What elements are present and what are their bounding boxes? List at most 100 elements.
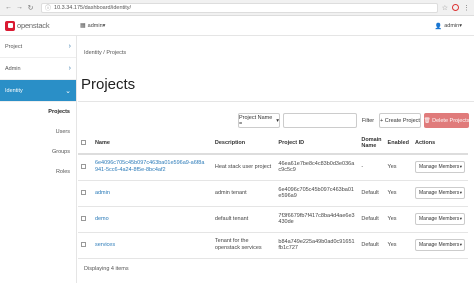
project-domain: Default [358, 180, 385, 207]
project-name-link[interactable]: 6e4096c705c45b097c463ba01e596a9-a6f8a941… [95, 160, 207, 174]
filter-field-label: Project Name = [239, 114, 273, 127]
filter-field-select[interactable]: Project Name = ▾ [238, 113, 280, 128]
row-checkbox-cell[interactable] [78, 232, 92, 259]
sidebar-section-identity[interactable]: Identity ⌄ [0, 80, 76, 102]
table-row: 6e4096c705c45b097c463ba01e596a9-a6f8a941… [78, 154, 468, 181]
manage-members-button[interactable]: Manage Members ▾ [415, 239, 465, 251]
manage-members-label: Manage Members [419, 242, 460, 248]
filter-button[interactable]: Filter [360, 113, 376, 128]
column-header-description[interactable]: Description [211, 133, 276, 155]
reload-icon[interactable]: ↻ [26, 3, 35, 12]
row-checkbox[interactable] [81, 241, 86, 247]
main-content: Identity / Projects Projects Project Nam… [78, 36, 474, 283]
project-description: Heat stack user project [211, 154, 276, 181]
project-domain: Default [358, 206, 385, 233]
project-description: Tenant for the openstack services [211, 232, 276, 259]
caret-down-icon[interactable]: ▾ [460, 164, 462, 170]
bookmark-star-icon[interactable]: ☆ [442, 4, 448, 12]
chevron-right-icon: › [68, 43, 71, 50]
row-checkbox-cell[interactable] [78, 180, 92, 207]
create-project-button[interactable]: + Create Project [379, 113, 421, 128]
table-row: admin admin tenant 6e4096c705c45b097c463… [78, 180, 468, 207]
sidebar-item-users[interactable]: Users [0, 122, 76, 142]
browser-toolbar: ← → ↻ ⓘ 10.3.34.175/dashboard/identity/ … [0, 0, 474, 16]
manage-members-button[interactable]: Manage Members ▾ [415, 161, 465, 174]
sidebar-section-project[interactable]: Project › [0, 36, 76, 58]
chevron-right-icon: › [68, 65, 71, 72]
column-header-enabled[interactable]: Enabled [384, 133, 412, 155]
row-checkbox[interactable] [81, 163, 86, 169]
project-enabled: Yes [384, 206, 412, 233]
divider [78, 101, 474, 102]
row-checkbox-cell[interactable] [78, 206, 92, 233]
info-icon: ⓘ [45, 6, 52, 12]
project-actions-cell: Manage Members ▾ [412, 232, 468, 259]
user-icon: 👤 [434, 23, 443, 30]
manage-members-label: Manage Members [419, 216, 460, 222]
project-enabled: Yes [384, 154, 412, 181]
sidebar-item-projects[interactable]: Projects [0, 102, 76, 122]
select-all-checkbox-cell[interactable] [78, 133, 92, 155]
sidebar-item-roles[interactable]: Roles [0, 162, 76, 182]
chevron-down-icon: ⌄ [65, 87, 71, 95]
column-header-project-id[interactable]: Project ID [275, 133, 359, 155]
caret-down-icon[interactable]: ▾ [460, 242, 462, 248]
sidebar-item-groups[interactable]: Groups [0, 142, 76, 162]
delete-projects-button[interactable]: 🗑 Delete Projects [424, 113, 469, 128]
column-header-actions: Actions [412, 133, 468, 155]
select-all-checkbox[interactable] [81, 139, 86, 145]
project-selector-label: admin [87, 22, 103, 29]
project-actions-cell: Manage Members ▾ [412, 180, 468, 207]
menu-icon[interactable]: ⋮ [463, 4, 470, 12]
caret-down-icon[interactable]: ▾ [460, 216, 462, 222]
project-enabled: Yes [384, 232, 412, 259]
manage-members-label: Manage Members [419, 190, 460, 196]
user-menu[interactable]: 👤 admin ▾ [435, 16, 462, 36]
project-domain: - [358, 154, 385, 181]
filter-input[interactable] [283, 113, 357, 128]
logo-text: openstack [17, 21, 50, 30]
openstack-logo[interactable]: openstack [0, 20, 80, 31]
table-header-row: Name Description Project ID Domain Name … [78, 133, 468, 155]
back-icon[interactable]: ← [4, 3, 13, 12]
project-name-cell: admin [91, 180, 212, 207]
table-toolbar: Project Name = ▾ Filter + Create Project… [78, 113, 474, 129]
project-grid-icon: ▦ [80, 23, 86, 29]
project-description: admin tenant [211, 180, 276, 207]
address-bar[interactable]: ⓘ 10.3.34.175/dashboard/identity/ [41, 2, 438, 13]
column-header-name[interactable]: Name [91, 133, 212, 155]
column-header-domain-name[interactable]: Domain Name [358, 133, 385, 155]
page-title: Projects [81, 76, 136, 93]
project-name-link[interactable]: demo [95, 216, 109, 222]
project-name-link[interactable]: services [95, 242, 115, 248]
breadcrumb: Identity / Projects [84, 50, 127, 56]
table-item-count: Displaying 4 items [84, 266, 129, 272]
chevron-down-icon: ▾ [102, 22, 106, 29]
sidebar-section-admin[interactable]: Admin › [0, 58, 76, 80]
project-id: b84a749e225a49b0ad0c91651fb1c727 [275, 232, 359, 259]
chevron-down-icon: ▾ [459, 23, 462, 29]
row-checkbox[interactable] [81, 215, 86, 221]
opera-icon[interactable] [452, 4, 459, 11]
manage-members-button[interactable]: Manage Members ▾ [415, 213, 465, 225]
project-name-link[interactable]: admin [95, 190, 110, 196]
row-checkbox[interactable] [81, 189, 86, 195]
manage-members-button[interactable]: Manage Members ▾ [415, 187, 465, 199]
forward-icon[interactable]: → [15, 3, 24, 12]
project-id: 7f3f6679fb7f417c8ba4d4ae6e3430de [275, 206, 359, 233]
user-menu-label: admin [444, 23, 460, 29]
project-selector[interactable]: ▦ admin ▾ [80, 22, 106, 30]
project-domain: Default [358, 232, 385, 259]
url-text: 10.3.34.175/dashboard/identity/ [54, 4, 132, 11]
openstack-logo-icon [5, 20, 15, 31]
table-row: demo default tenant 7f3f6679fb7f417c8ba4… [78, 206, 468, 233]
caret-down-icon[interactable]: ▾ [460, 190, 462, 196]
row-checkbox-cell[interactable] [78, 154, 92, 181]
project-id: 6e4096c705c45b097c463ba01e596a9 [275, 180, 359, 207]
project-enabled: Yes [384, 180, 412, 207]
project-description: default tenant [211, 206, 276, 233]
sidebar-section-label: Identity [5, 87, 23, 94]
chevron-down-icon: ▾ [276, 117, 279, 124]
projects-table: Name Description Project ID Domain Name … [78, 133, 468, 259]
sidebar: Project › Admin › Identity ⌄ Projects Us… [0, 36, 77, 283]
